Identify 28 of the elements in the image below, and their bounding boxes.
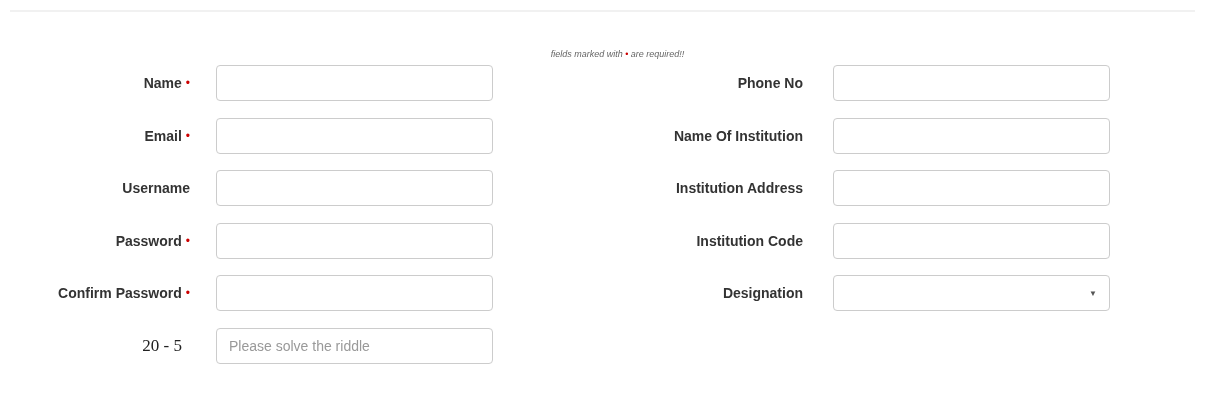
input-field[interactable] xyxy=(216,117,493,154)
input-field[interactable] xyxy=(833,65,1110,101)
input-field[interactable] xyxy=(833,170,1110,206)
riddle-answer-field[interactable]: Please solve the riddle xyxy=(216,327,493,364)
field-label: Password xyxy=(115,232,182,249)
field-label: Designation xyxy=(722,285,803,301)
field-label: Name xyxy=(143,75,182,91)
input-field[interactable] xyxy=(833,222,1110,259)
field-label: Institution Address xyxy=(675,180,803,196)
input-field[interactable] xyxy=(216,170,493,206)
field-label: Institution Code xyxy=(696,232,803,249)
input-field[interactable] xyxy=(216,65,493,101)
input-field[interactable] xyxy=(216,275,493,311)
field-label: Phone No xyxy=(737,75,803,91)
input-field[interactable] xyxy=(216,222,493,259)
required-mark: • xyxy=(185,128,190,143)
field-label: Username xyxy=(122,180,190,196)
required-mark: • xyxy=(185,233,190,248)
riddle-question: 20 - 5 xyxy=(142,335,182,356)
caret-icon: ▼ xyxy=(1089,288,1097,298)
required-mark: • xyxy=(185,286,190,300)
field-label: Name Of Institution xyxy=(673,127,803,144)
field-label: Confirm Password xyxy=(58,285,182,301)
field-label: Email xyxy=(144,127,182,144)
input-field[interactable] xyxy=(833,117,1110,154)
required-fields-note: fields marked with • are required!! xyxy=(549,49,686,59)
required-mark: • xyxy=(185,76,190,90)
designation-dropdown[interactable]: ▼ xyxy=(833,275,1110,311)
